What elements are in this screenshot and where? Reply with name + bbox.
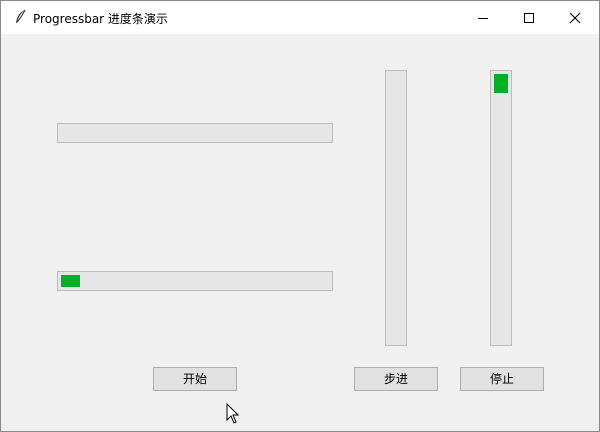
maximize-button[interactable]: [507, 1, 553, 34]
title-bar[interactable]: Progressbar 进度条演示: [1, 1, 599, 34]
window-title: Progressbar 进度条演示: [33, 12, 168, 26]
progressbar-horizontal-top: [57, 123, 333, 143]
client-area: 开始 步进 停止: [1, 34, 599, 431]
feather-icon: [13, 9, 27, 25]
mouse-cursor-icon: [226, 403, 240, 424]
progressbar-vertical-left: [385, 70, 407, 346]
step-button[interactable]: 步进: [354, 367, 438, 391]
close-icon: [569, 12, 581, 24]
start-button[interactable]: 开始: [153, 367, 237, 391]
close-button[interactable]: [553, 1, 599, 34]
app-window: Progressbar 进度条演示 开始 步进 停止: [0, 0, 600, 432]
progress-chunk: [494, 74, 508, 93]
minimize-button[interactable]: [461, 1, 507, 34]
stop-button[interactable]: 停止: [460, 367, 544, 391]
progressbar-horizontal-bottom: [57, 271, 333, 291]
maximize-icon: [524, 13, 534, 23]
progressbar-vertical-right: [490, 70, 512, 346]
progress-chunk: [61, 275, 80, 287]
minimize-icon: [478, 18, 488, 19]
